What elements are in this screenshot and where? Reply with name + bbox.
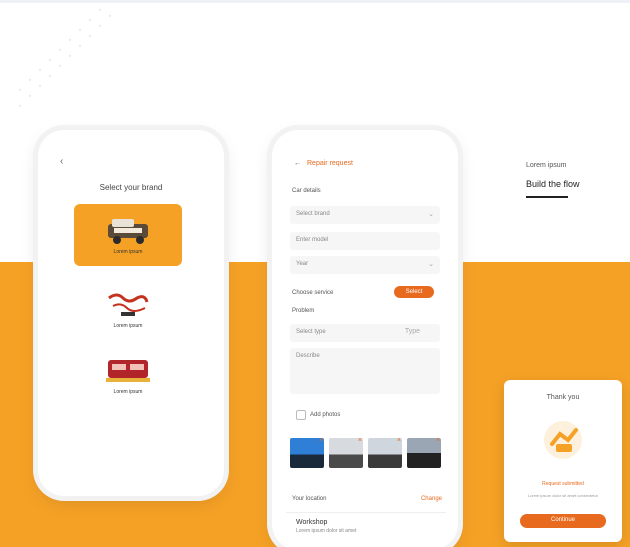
back-arrow-icon[interactable]: ←: [294, 160, 301, 167]
back-arrow-icon[interactable]: ‹: [60, 156, 63, 167]
brand-option-1[interactable]: Lorem ipsum: [74, 204, 182, 266]
success-message: Request submitted: [542, 481, 584, 487]
remove-photo-icon[interactable]: ×: [397, 438, 401, 444]
model-input[interactable]: Enter model: [290, 232, 440, 250]
repair-form-phone: ← Repair request Car details Select bran…: [272, 130, 458, 547]
service-row-label: Choose service: [292, 290, 334, 296]
remove-photo-icon[interactable]: ×: [358, 438, 362, 444]
workshop-card[interactable]: Workshop Lorem ipsum dolor sit amet: [286, 512, 446, 547]
photo-thumbnail[interactable]: ×: [368, 438, 402, 468]
van-logo-icon: [106, 359, 150, 382]
brand-select-value: Select brand: [296, 211, 330, 217]
workshop-description: Lorem ipsum dolor sit amet: [296, 528, 357, 534]
brand-selection-phone: ‹ Select your brand Lorem ipsum Lorem ip…: [38, 130, 224, 496]
change-location-link[interactable]: Change: [421, 496, 442, 502]
brand-option-label: Lorem ipsum: [113, 322, 143, 329]
problem-type-value: Type: [404, 328, 420, 335]
checkbox-icon: [296, 410, 306, 420]
success-title: Thank you: [546, 394, 580, 401]
car-details-label: Car details: [292, 188, 321, 194]
photo-thumbnail[interactable]: ×: [329, 438, 363, 468]
brand-option-label: Lorem ipsum: [113, 388, 143, 395]
brand-select[interactable]: Select brand ⌄: [290, 206, 440, 224]
section-kicker: Lorem ipsum: [526, 162, 567, 169]
script-logo-icon: [108, 293, 149, 316]
location-row: Your location Change: [292, 496, 442, 502]
success-illustration-icon: [544, 421, 582, 459]
select-service-button[interactable]: Select: [394, 286, 434, 298]
model-input-placeholder: Enter model: [296, 237, 329, 243]
brand-option-label: Lorem ipsum: [113, 248, 143, 255]
photo-thumbnail[interactable]: ×: [407, 438, 441, 468]
textarea-placeholder: Describe: [296, 353, 320, 359]
photo-thumbnails: × × × ×: [290, 438, 441, 468]
brand-option-3[interactable]: Lorem ipsum: [74, 344, 182, 406]
remove-photo-icon[interactable]: ×: [436, 438, 440, 444]
heading-underline: [526, 196, 568, 198]
chevron-down-icon: ⌄: [428, 211, 434, 218]
section-heading: Build the flow: [526, 179, 580, 189]
year-select[interactable]: Year ⌄: [290, 256, 440, 274]
brand-selection-title: Select your brand: [99, 183, 163, 192]
success-subtext: Lorem ipsum dolor sit amet consectetur: [527, 493, 599, 498]
add-photos-row[interactable]: Add photos: [296, 410, 340, 420]
success-card: Thank you Request submitted Lorem ipsum …: [504, 380, 622, 542]
add-photos-label: Add photos: [310, 412, 341, 418]
form-title: Repair request: [307, 160, 353, 167]
continue-button[interactable]: Continue: [520, 514, 606, 528]
brand-option-2[interactable]: Lorem ipsum: [74, 278, 182, 340]
problem-type-placeholder: Select type: [296, 329, 326, 335]
location-label: Your location: [292, 496, 327, 502]
problem-description-textarea[interactable]: Describe: [290, 348, 440, 394]
chevron-down-icon: ⌄: [428, 261, 434, 268]
form-header: ← Repair request: [294, 160, 353, 167]
problem-label: Problem: [292, 308, 315, 314]
workshop-name: Workshop: [296, 519, 328, 526]
remove-photo-icon[interactable]: ×: [319, 438, 323, 444]
year-select-value: Year: [296, 261, 309, 267]
dot-pattern-decoration: [18, 8, 112, 108]
truck-logo-icon: [108, 218, 148, 244]
photo-thumbnail[interactable]: ×: [290, 438, 324, 468]
problem-type-select[interactable]: Select type Type: [290, 324, 440, 342]
